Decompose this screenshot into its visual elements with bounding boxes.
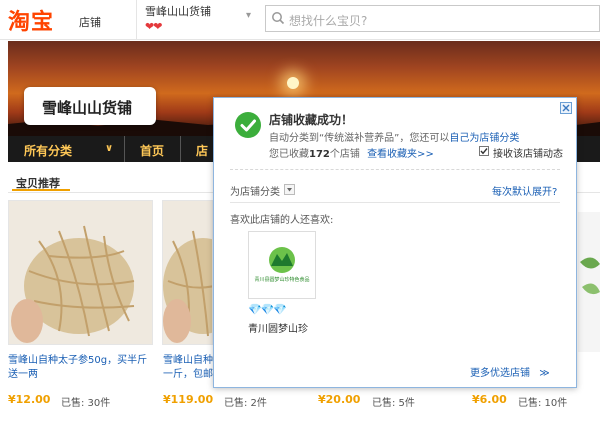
nav-shop[interactable]: 店	[196, 142, 208, 159]
recommended-shop-name[interactable]: 青川圆梦山珍	[248, 320, 308, 335]
product-image-edge[interactable]	[578, 212, 600, 352]
dialog-divider	[230, 202, 560, 203]
product-price: ¥119.00	[163, 393, 214, 406]
classify-dropdown[interactable]	[284, 184, 295, 195]
product-price: ¥12.00	[8, 393, 51, 406]
logo-subtitle: 店铺	[79, 16, 101, 29]
root-herb-image	[163, 201, 212, 344]
receive-updates-label[interactable]: 接收该店铺动态	[493, 145, 563, 160]
success-check-icon	[235, 112, 261, 138]
count-prefix: 您已收藏	[269, 149, 309, 160]
category-info-line: 自动分类到“传统滋补营养品”，您还可以自己为店铺分类	[269, 129, 519, 144]
section-underline	[12, 189, 70, 191]
shop-name-card[interactable]: 雪峰山山货铺	[24, 87, 156, 125]
product-image[interactable]	[8, 200, 153, 345]
nav-home[interactable]: 首页	[140, 142, 164, 159]
category-name: “传统滋补营养品”	[319, 133, 400, 144]
count-suffix: 个店铺	[329, 149, 360, 160]
chevron-down-icon[interactable]: ▾	[246, 10, 251, 21]
category-prefix: 自动分类到	[269, 133, 319, 144]
product-sold-count: 已售: 30件	[61, 398, 111, 409]
triangle-down-icon	[287, 188, 292, 192]
taobao-shop-page: 淘宝 店铺 雪峰山山货铺 ❤❤ ▾ 想找什么宝贝? 雪峰山山货铺 所有分类 ∨ …	[0, 0, 600, 422]
shop-card-title: 雪峰山山货铺	[42, 99, 133, 117]
root-herb-image	[9, 201, 152, 344]
shop-rating-hearts-icon: ❤❤	[145, 20, 162, 33]
close-icon[interactable]	[560, 102, 572, 114]
also-like-label: 喜欢此店铺的人还喜欢:	[230, 215, 334, 226]
product-title-line: 一斤，包邮	[163, 369, 213, 380]
shop-logo-text: 青川县圆梦山珍特色食品	[254, 277, 310, 283]
custom-category-link[interactable]: 自己为店铺分类	[449, 133, 519, 144]
shop-name-link[interactable]: 雪峰山山货铺	[145, 3, 211, 19]
nav-divider	[124, 136, 125, 162]
dialog-title: 店铺收藏成功！	[269, 113, 354, 127]
more-shops-link[interactable]: 更多优选店铺 ≫	[470, 364, 550, 379]
taobao-logo[interactable]: 淘宝	[8, 4, 54, 36]
product-price: ¥6.00	[472, 393, 507, 406]
classify-label[interactable]: 为店铺分类	[230, 183, 280, 198]
chevron-down-icon[interactable]: ∨	[105, 143, 113, 154]
sunset-sun	[287, 77, 299, 89]
product-title-line: 雪峰山自种	[163, 355, 213, 366]
search-icon	[272, 12, 285, 25]
receive-updates-checkbox[interactable]	[479, 146, 489, 156]
search-placeholder: 想找什么宝贝?	[289, 14, 368, 28]
nav-divider	[180, 136, 181, 162]
recommended-shop-logo[interactable]: 青川县圆梦山珍特色食品	[248, 231, 316, 299]
divider	[136, 0, 137, 40]
product-sold-count: 已售: 10件	[518, 398, 568, 409]
product-sold-count: 已售: 2件	[224, 398, 267, 409]
close-x-glyph	[562, 104, 570, 112]
nav-all-categories[interactable]: 所有分类	[24, 142, 72, 159]
checkmark-glyph	[240, 119, 256, 132]
favorite-success-dialog: 店铺收藏成功！ 自动分类到“传统滋补营养品”，您还可以自己为店铺分类 您已收藏1…	[213, 97, 577, 388]
product-image[interactable]	[162, 200, 213, 345]
collected-count: 172	[309, 149, 330, 160]
product-title-line: 送一两	[8, 369, 38, 380]
dialog-divider	[230, 169, 560, 170]
product-title[interactable]: 雪峰山自种 一斤，包邮	[163, 354, 213, 382]
category-mid: ，您还可以	[399, 133, 450, 144]
product-sold-count: 已售: 5件	[372, 398, 415, 409]
checkbox-check-icon	[480, 148, 488, 155]
view-favorites-link[interactable]: 查看收藏夹>>	[367, 149, 434, 160]
double-chevron-right-icon: ≫	[539, 368, 550, 379]
product-title-line: 雪峰山自种太子参50g，买半斤	[8, 355, 148, 366]
search-input[interactable]: 想找什么宝贝?	[265, 5, 600, 32]
product-leaf-image	[578, 212, 600, 352]
shop-logo-image	[249, 232, 315, 298]
top-bar: 淘宝 店铺 雪峰山山货铺 ❤❤ ▾ 想找什么宝贝?	[0, 0, 600, 40]
product-title[interactable]: 雪峰山自种太子参50g，买半斤 送一两	[8, 354, 153, 382]
default-expand-link[interactable]: 每次默认展开?	[492, 183, 557, 198]
diamond-rating-icon: 💎💎💎	[248, 303, 287, 316]
collected-count-line: 您已收藏172个店铺 查看收藏夹>>	[269, 145, 434, 160]
product-price: ¥20.00	[318, 393, 361, 406]
more-shops-label: 更多优选店铺	[470, 368, 530, 379]
